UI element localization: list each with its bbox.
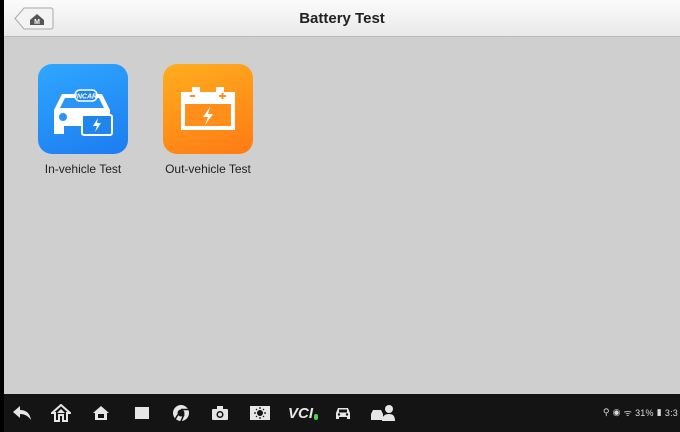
app-grid: INCAR In-vehicle Test Out-vehicle Test <box>4 38 680 394</box>
battery-percent: 31% <box>635 407 654 418</box>
camera-icon[interactable] <box>208 402 232 424</box>
screen: M Battery Test INCAR In-vehicle Test Out… <box>4 0 680 432</box>
page-title: Battery Test <box>299 10 385 27</box>
back-icon[interactable] <box>10 402 34 424</box>
clock: 3:3 <box>664 407 678 418</box>
battery-icon[interactable] <box>163 64 253 154</box>
remote-expert-icon[interactable] <box>368 402 398 424</box>
network-icon: ◉ <box>612 407 621 417</box>
battery-status-icon: ▮ <box>656 407 662 417</box>
vci-status-dot <box>314 414 318 420</box>
home-up-icon[interactable] <box>48 402 74 424</box>
home-icon[interactable] <box>88 402 114 424</box>
recent-apps-icon[interactable] <box>130 402 154 424</box>
car-icon[interactable] <box>331 402 355 424</box>
location-icon: ⚲ <box>602 407 610 417</box>
brightness-icon[interactable] <box>247 402 273 424</box>
in-vehicle-test-app[interactable]: INCAR In-vehicle Test <box>28 64 138 176</box>
vci-icon[interactable]: VCI <box>288 402 318 424</box>
car-battery-icon[interactable]: INCAR <box>38 64 128 154</box>
out-vehicle-test-app[interactable]: Out-vehicle Test <box>153 64 263 176</box>
status-area: ⚲ ◉ ᯤ 31% ▮ 3:3 <box>603 406 678 419</box>
system-navigation-bar: VCI ⚲ ◉ ᯤ 31% ▮ 3:3 <box>4 394 680 432</box>
wifi-icon: ᯤ <box>623 408 633 418</box>
chrome-icon[interactable] <box>169 402 193 424</box>
title-bar: M Battery Test <box>4 0 680 37</box>
app-label: In-vehicle Test <box>44 162 122 176</box>
app-label: Out-vehicle Test <box>165 162 251 176</box>
incar-badge-text: INCAR <box>75 94 97 101</box>
vci-text: VCI <box>288 404 314 422</box>
